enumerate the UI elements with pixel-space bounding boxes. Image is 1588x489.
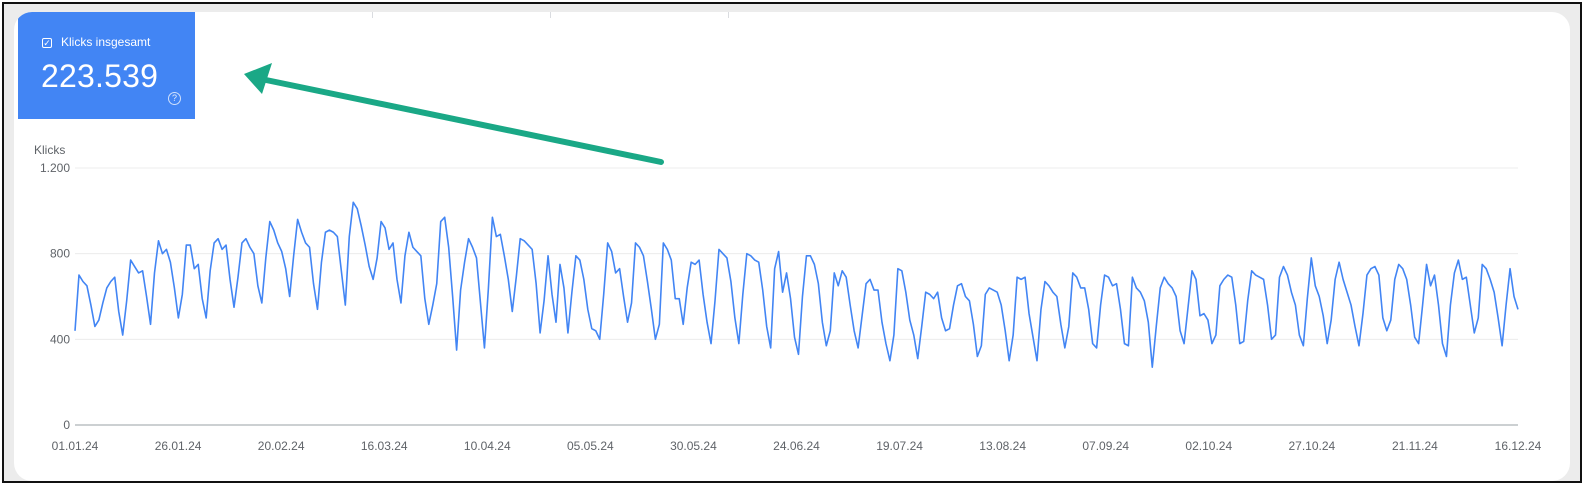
clicks-line-chart: Klicks 0 400 800 1.200 01.01.24 26.01.24 20.02.… — [34, 63, 1542, 453]
x-tick-label: 27.10.24 — [1288, 439, 1335, 453]
y-tick-label: 1.200 — [40, 161, 70, 175]
x-tick-label: 20.02.24 — [258, 439, 305, 453]
x-tick-label: 19.07.24 — [876, 439, 923, 453]
y-tick-label: 400 — [50, 332, 70, 346]
x-tick-label: 26.01.24 — [155, 439, 202, 453]
screenshot-frame: ✓ Klicks insgesamt 223.539 ? Klicks 0 400 8… — [2, 2, 1582, 483]
y-axis-label: Klicks — [34, 143, 65, 157]
x-tick-label: 16.12.24 — [1495, 439, 1542, 453]
x-tick-label: 21.11.24 — [1392, 439, 1438, 453]
clicks-series-line — [74, 201, 1519, 368]
x-tick-label: 05.05.24 — [567, 439, 614, 453]
x-tick-label: 02.10.24 — [1185, 439, 1232, 453]
x-tick-label: 07.09.24 — [1082, 439, 1129, 453]
x-tick-label: 13.08.24 — [979, 439, 1026, 453]
y-tick-label: 800 — [50, 247, 70, 261]
x-tick-label: 24.06.24 — [773, 439, 820, 453]
y-tick-label: 0 — [63, 418, 70, 432]
x-tick-label: 16.03.24 — [361, 439, 408, 453]
x-tick-label: 30.05.24 — [670, 439, 717, 453]
performance-card: ✓ Klicks insgesamt 223.539 ? Klicks 0 400 8… — [14, 12, 1570, 481]
x-tick-label: 10.04.24 — [464, 439, 511, 453]
annotation-arrow-shaft — [263, 77, 664, 165]
x-tick-label: 01.01.24 — [52, 439, 99, 453]
